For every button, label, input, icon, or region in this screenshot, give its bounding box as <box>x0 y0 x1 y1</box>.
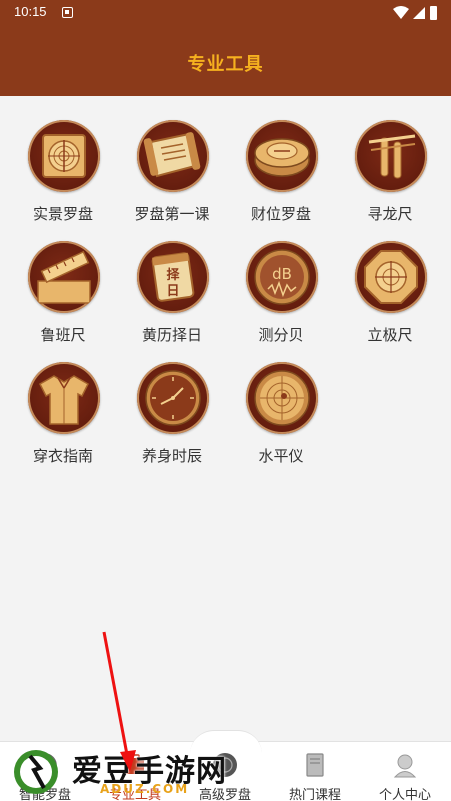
bowl-compass-icon <box>246 120 318 192</box>
tool-label: 穿衣指南 <box>32 447 93 465</box>
nav-label: 智能罗盘 <box>18 788 71 801</box>
tool-chuanyi-zhinan[interactable]: 穿衣指南 <box>9 338 117 465</box>
nav-item-gaoji-luopan[interactable]: 高级罗盘 <box>180 742 270 801</box>
tool-ce-fenbei[interactable]: dB 测分贝 <box>227 217 335 344</box>
nav-label: 个人中心 <box>378 788 431 801</box>
nav-label: 专业工具 <box>108 788 161 801</box>
clock-icon <box>137 362 209 434</box>
calendar-top-text: 择 <box>166 267 180 283</box>
robe-icon <box>28 362 100 434</box>
tool-yangshen-shichen[interactable]: 养身时辰 <box>118 338 226 465</box>
tools-grid: 实景罗盘 罗盘第一课 财位罗盘 寻龙尺 鲁班尺 择 日 黄历择日 dB 测分贝 … <box>0 96 451 736</box>
dowsing-rod-icon <box>355 120 427 192</box>
status-icons <box>393 6 437 20</box>
tool-label: 养身时辰 <box>141 447 202 465</box>
nav-item-geren-zhongxin[interactable]: 个人中心 <box>360 742 450 801</box>
tool-label: 立极尺 <box>367 326 413 344</box>
advanced-compass-icon <box>213 753 237 777</box>
bottom-nav: 智能罗盘 专业工具 高级罗盘 热门课程 个人中心 <box>0 730 451 801</box>
sim-card-icon <box>62 7 73 18</box>
decibel-meter-icon: dB <box>246 241 318 313</box>
tool-xunlong-chi[interactable]: 寻龙尺 <box>336 96 444 223</box>
compass-square-icon <box>28 120 100 192</box>
tool-shijing-luopan[interactable]: 实景罗盘 <box>9 96 117 223</box>
calendar-icon: 择 日 <box>137 241 209 313</box>
tools-icon <box>126 754 144 774</box>
wifi-icon <box>393 6 409 19</box>
signal-icon <box>413 7 425 19</box>
ruler-box-icon <box>28 241 100 313</box>
nav-item-zhuanye-gongju[interactable]: 专业工具 <box>90 742 180 801</box>
nav-label: 高级罗盘 <box>198 788 251 801</box>
tool-luopan-diyike[interactable]: 罗盘第一课 <box>118 96 226 223</box>
compass-icon <box>33 753 57 777</box>
app-header: 专业工具 <box>0 26 451 96</box>
tool-luban-chi[interactable]: 鲁班尺 <box>9 217 117 344</box>
tool-caiwei-luopan[interactable]: 财位罗盘 <box>227 96 335 223</box>
calendar-bottom-text: 日 <box>166 284 179 299</box>
tool-huangli-zeri[interactable]: 择 日 黄历择日 <box>118 217 226 344</box>
status-bar: 10:15 <box>0 0 451 26</box>
battery-icon <box>430 6 437 20</box>
tool-label: 水平仪 <box>258 447 304 465</box>
book-icon <box>306 753 324 777</box>
status-time: 10:15 <box>14 4 47 19</box>
nav-item-zhineng-luopan[interactable]: 智能罗盘 <box>0 742 90 801</box>
decibel-text: dB <box>272 265 292 283</box>
page-title: 专业工具 <box>187 54 264 75</box>
scroll-map-icon <box>137 120 209 192</box>
person-icon <box>393 754 417 778</box>
nav-label: 热门课程 <box>288 788 341 801</box>
level-icon <box>246 362 318 434</box>
octagon-compass-icon <box>355 241 427 313</box>
tool-liji-chi[interactable]: 立极尺 <box>336 217 444 344</box>
tool-shuiping-yi[interactable]: 水平仪 <box>227 338 335 465</box>
nav-item-remen-kecheng[interactable]: 热门课程 <box>270 742 360 801</box>
